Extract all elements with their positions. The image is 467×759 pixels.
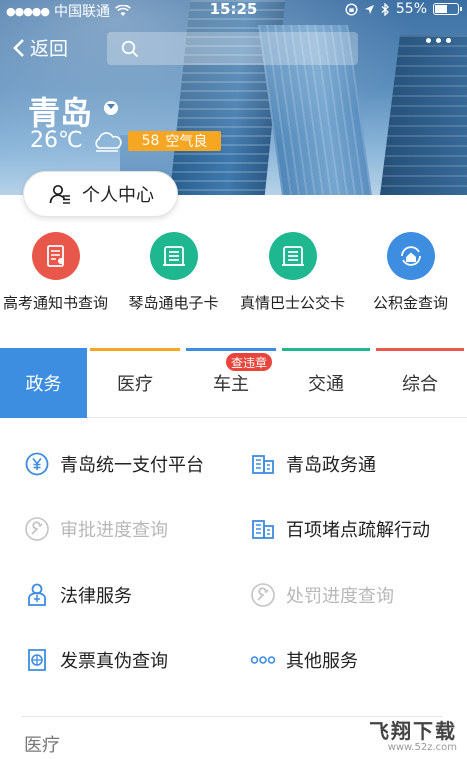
service-item[interactable]: 法律服务: [24, 575, 132, 615]
shortcut-icon-bg: [149, 232, 198, 280]
shortcut-item[interactable]: 高考通知书查询: [0, 232, 114, 313]
invoice-globe-icon: [28, 649, 46, 671]
back-label: 返回: [30, 38, 69, 60]
building-icon: [252, 455, 274, 474]
personal-center-button[interactable]: 个人中心: [23, 171, 178, 217]
tab-label: 政务: [25, 374, 62, 395]
wrench-icon: [25, 517, 49, 541]
more-options-button[interactable]: [426, 38, 451, 43]
cloud-icon: [95, 132, 122, 152]
watermark-text: 飞翔下载: [369, 719, 457, 743]
shortcut-item[interactable]: 公积金查询: [352, 232, 467, 313]
service-item[interactable]: 百项堵点疏解行动: [250, 509, 430, 549]
more-dots-icon: [250, 656, 276, 664]
nav-bar: 返回: [0, 30, 467, 66]
building-icon: [252, 520, 274, 539]
tab-traffic[interactable]: 交通: [279, 348, 373, 418]
tab-color-bar: [376, 348, 464, 351]
lawyer-icon: [28, 583, 46, 606]
violation-badge: 查违章: [226, 353, 273, 371]
service-item[interactable]: 其他服务: [250, 640, 358, 680]
shortcut-icon-bg: [31, 232, 80, 280]
user-icon: [49, 184, 70, 204]
search-icon: [121, 40, 139, 58]
battery-percent: 55%: [395, 1, 427, 17]
location-icon: [364, 4, 374, 14]
shortcut-label: 高考通知书查询: [2, 294, 108, 312]
card-icon: [281, 246, 304, 266]
section-title: 医疗: [24, 735, 60, 756]
search-input[interactable]: [107, 32, 358, 65]
back-button[interactable]: 返回: [12, 34, 68, 61]
service-item[interactable]: 审批进度查询: [24, 509, 168, 549]
tab-color-bar: [186, 348, 276, 351]
wrench-icon: [251, 583, 275, 607]
service-label: 处罚进度查询: [286, 586, 394, 607]
service-item[interactable]: 发票真伪查询: [24, 640, 168, 680]
orientation-lock-icon: [345, 2, 358, 16]
personal-center-label: 个人中心: [82, 185, 154, 206]
status-bar: ●●●●● 中国联通 15:25 55%: [0, 0, 467, 20]
service-label: 发票真伪查询: [60, 651, 168, 672]
service-label: 青岛政务通: [286, 455, 376, 476]
watermark-logo: 飞翔下载 www.52z.com: [369, 715, 457, 753]
aqi-label: 空气良: [165, 134, 208, 150]
card-icon: [162, 246, 185, 266]
tab-label: 交通: [308, 374, 344, 395]
yuan-icon: [25, 452, 49, 476]
tab-government[interactable]: 政务: [0, 348, 87, 418]
battery-icon: [433, 3, 462, 15]
chevron-left-icon: [13, 38, 24, 57]
service-item[interactable]: 处罚进度查询: [250, 575, 394, 615]
shortcut-icon-bg: [268, 232, 317, 280]
service-item[interactable]: 青岛政务通: [250, 444, 376, 484]
dot: [426, 38, 431, 43]
tab-label: 医疗: [117, 374, 153, 395]
dot: [436, 38, 441, 43]
tab-general[interactable]: 综合: [373, 348, 467, 418]
service-label: 其他服务: [286, 651, 358, 672]
chevron-down-icon[interactable]: [104, 101, 118, 115]
tab-label: 车主: [213, 374, 249, 395]
battery-level: [435, 5, 447, 13]
hero-banner: ●●●●● 中国联通 15:25 55% 返回 青岛 26℃ 58 空气良: [0, 0, 467, 195]
temperature: 26℃: [30, 128, 83, 153]
house-refresh-icon: [400, 246, 421, 266]
aqi-badge: 58 空气良: [128, 131, 221, 151]
service-label: 审批进度查询: [60, 520, 168, 541]
service-label: 法律服务: [60, 586, 132, 607]
tab-color-bar: [282, 348, 370, 351]
shortcut-item[interactable]: 琴岛通电子卡: [115, 232, 232, 313]
shortcut-icon-bg: [386, 232, 435, 280]
shortcut-row: 高考通知书查询 琴岛通电子卡 真情巴士公交卡 公积金查询: [0, 232, 467, 322]
service-label: 百项堵点疏解行动: [286, 520, 430, 541]
tab-label: 综合: [402, 374, 438, 395]
tab-medical[interactable]: 医疗: [87, 348, 183, 418]
service-label: 青岛统一支付平台: [60, 455, 204, 476]
shortcut-item[interactable]: 真情巴士公交卡: [234, 232, 351, 313]
shortcut-label: 琴岛通电子卡: [128, 294, 219, 312]
tab-color-bar: [90, 348, 180, 351]
aqi-value: 58: [141, 133, 160, 149]
service-item[interactable]: 青岛统一支付平台: [24, 444, 204, 484]
document-icon: [46, 245, 64, 267]
bluetooth-icon: [381, 2, 389, 16]
dot: [446, 38, 451, 43]
shortcut-label: 公积金查询: [372, 294, 448, 312]
shortcut-label: 真情巴士公交卡: [239, 294, 345, 312]
